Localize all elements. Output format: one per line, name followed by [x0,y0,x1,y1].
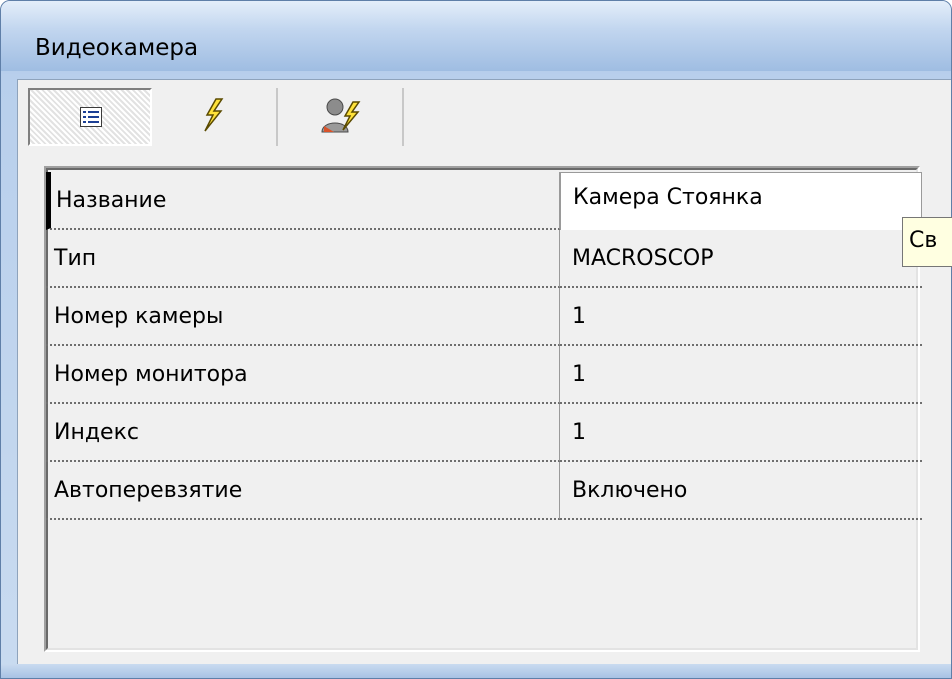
property-value[interactable]: 1 [560,404,922,462]
property-name: Индекс [46,404,560,462]
property-name: Номер камеры [46,288,560,346]
events-tab-button[interactable] [154,88,278,146]
properties-tab-button[interactable] [28,88,152,146]
user-lightning-icon [321,98,361,133]
property-row[interactable]: Номер камеры 1 [46,288,922,346]
property-row[interactable]: Автоперевзятие Включено [46,462,922,520]
property-value[interactable]: 1 [560,346,922,404]
property-row[interactable]: Тип MACROSCOP [46,230,922,288]
properties-list-icon [80,107,102,127]
property-name: Автоперевзятие [46,462,560,520]
camera-properties-window: Видеокамера Название Камера Стоянка Тип … [0,0,952,679]
property-row[interactable]: Индекс 1 [46,404,922,462]
user-events-tab-button[interactable] [280,88,404,146]
property-row[interactable]: Название Камера Стоянка [46,172,922,230]
window-title: Видеокамера [35,35,199,61]
tooltip: Св [902,217,952,267]
window-bottom-border [1,664,951,678]
property-name: Название [46,172,560,230]
property-value[interactable]: Включено [560,462,922,520]
toolbar [28,88,458,150]
property-value-input[interactable]: Камера Стоянка [560,172,922,230]
title-bar[interactable]: Видеокамера [1,1,951,71]
property-name: Тип [46,230,560,288]
client-area: Название Камера Стоянка Тип MACROSCOP Но… [17,79,951,669]
property-row[interactable]: Номер монитора 1 [46,346,922,404]
property-grid: Название Камера Стоянка Тип MACROSCOP Но… [44,166,922,652]
property-name: Номер монитора [46,346,560,404]
lightning-icon [204,98,224,132]
property-value[interactable]: 1 [560,288,922,346]
property-value[interactable]: MACROSCOP [560,230,922,288]
